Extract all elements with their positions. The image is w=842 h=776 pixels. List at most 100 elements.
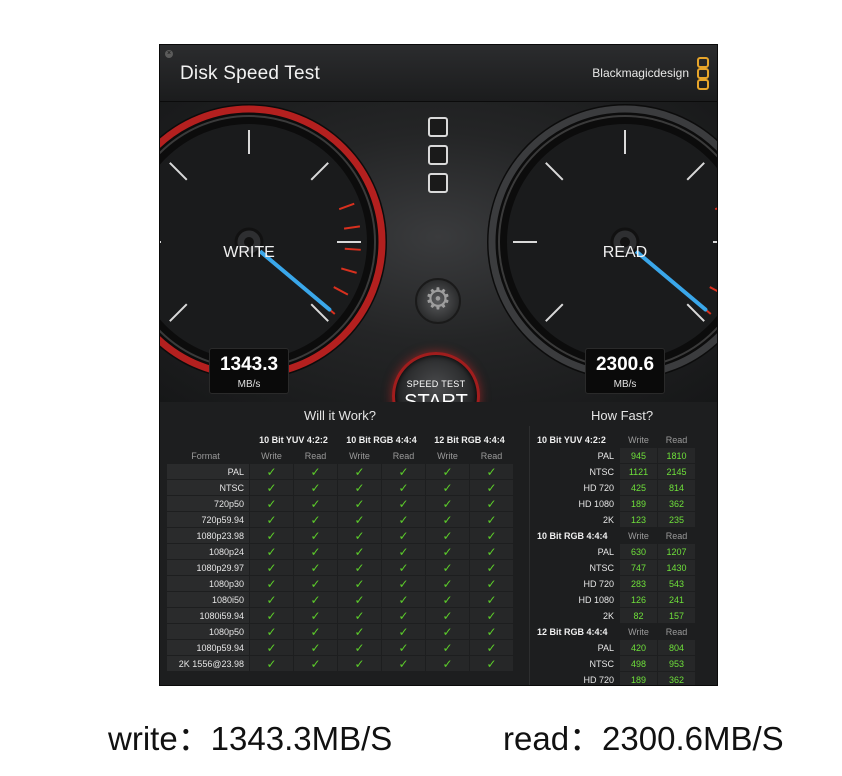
check-icon: ✓	[250, 592, 293, 607]
check-icon: ✓	[426, 544, 469, 559]
fps-write-value: 420	[620, 640, 657, 655]
read-speed-unit: MB/s	[613, 379, 637, 390]
speed-row: HD 720 425 814	[537, 480, 695, 495]
check-icon: ✓	[382, 560, 425, 575]
check-icon: ✓	[426, 576, 469, 591]
check-icon: ✓	[382, 528, 425, 543]
disk-speed-test-window: × Disk Speed Test Blackmagicdesign ⚙ SPE…	[160, 45, 717, 685]
check-icon: ✓	[250, 528, 293, 543]
format-row: 1080p50 ✓ ✓ ✓ ✓ ✓ ✓	[167, 624, 513, 639]
check-icon: ✓	[470, 640, 513, 655]
resolution-label: HD 720	[583, 578, 614, 589]
check-icon: ✓	[294, 512, 337, 527]
check-icon: ✓	[426, 656, 469, 671]
fps-write-value: 945	[620, 448, 657, 463]
title-bar: × Disk Speed Test Blackmagicdesign	[160, 45, 717, 102]
write-gauge-label: WRITE	[223, 244, 275, 261]
close-icon[interactable]: ×	[165, 50, 173, 58]
fps-read-value: 235	[658, 512, 695, 527]
fps-write-value: 630	[620, 544, 657, 559]
brand-name: Blackmagicdesign	[592, 66, 689, 80]
settings-gear-icon[interactable]: ⚙	[415, 278, 461, 324]
read-col-header: Read	[392, 450, 415, 461]
check-icon: ✓	[382, 576, 425, 591]
check-icon: ✓	[470, 544, 513, 559]
panel-divider	[529, 426, 530, 685]
resolution-label: HD 720	[583, 674, 614, 685]
resolution-label: NTSC	[589, 658, 615, 669]
check-icon: ✓	[470, 512, 513, 527]
check-icon: ✓	[426, 480, 469, 495]
resolution-label: 2K	[602, 610, 614, 621]
check-icon: ✓	[470, 624, 513, 639]
check-icon: ✓	[470, 528, 513, 543]
format-header: Format	[191, 450, 220, 461]
format-label: 1080i59.94	[167, 608, 249, 623]
resolution-label: PAL	[597, 450, 614, 461]
write-col-header: Write	[628, 626, 649, 637]
check-icon: ✓	[250, 576, 293, 591]
check-icon: ✓	[250, 608, 293, 623]
check-icon: ✓	[294, 560, 337, 575]
check-icon: ✓	[338, 512, 381, 527]
check-icon: ✓	[250, 624, 293, 639]
check-icon: ✓	[294, 608, 337, 623]
resolution-label: PAL	[597, 642, 614, 653]
format-row: PAL ✓ ✓ ✓ ✓ ✓ ✓	[167, 464, 513, 479]
check-icon: ✓	[338, 608, 381, 623]
check-icon: ✓	[294, 624, 337, 639]
blackmagic-logo-icon	[697, 57, 709, 90]
format-row: NTSC ✓ ✓ ✓ ✓ ✓ ✓	[167, 480, 513, 495]
format-label: 1080p24	[167, 544, 249, 559]
start-button-subtitle: SPEED TEST	[406, 379, 466, 389]
check-icon: ✓	[294, 480, 337, 495]
write-col-header: Write	[437, 450, 458, 461]
fps-read-value: 804	[658, 640, 695, 655]
format-row: 1080p29.97 ✓ ✓ ✓ ✓ ✓ ✓	[167, 560, 513, 575]
read-speed-value: 2300.6	[595, 354, 655, 375]
how-fast-group-header: 10 Bit YUV 4:2:2	[537, 434, 606, 445]
group-header: 10 Bit YUV 4:2:2	[259, 434, 328, 445]
fps-read-value: 241	[658, 592, 695, 607]
format-row: 720p50 ✓ ✓ ✓ ✓ ✓ ✓	[167, 496, 513, 511]
read-value-box: 2300.6 MB/s	[585, 348, 665, 394]
check-icon: ✓	[338, 592, 381, 607]
check-icon: ✓	[338, 544, 381, 559]
read-gauge-label: READ	[602, 244, 648, 261]
check-icon: ✓	[426, 640, 469, 655]
format-row: 2K 1556@23.98 ✓ ✓ ✓ ✓ ✓ ✓	[167, 656, 513, 671]
layout-toggle-icon[interactable]	[428, 173, 448, 193]
resolution-label: HD 1080	[578, 594, 614, 605]
speed-row: PAL 420 804	[537, 640, 695, 655]
check-icon: ✓	[426, 464, 469, 479]
speed-row: HD 1080 126 241	[537, 592, 695, 607]
speed-row: NTSC 498 953	[537, 656, 695, 671]
check-icon: ✓	[382, 464, 425, 479]
speed-row: NTSC 1121 2145	[537, 464, 695, 479]
results-panel: Will it Work? How Fast? 10 Bit YUV 4:2:2…	[160, 402, 717, 685]
check-icon: ✓	[470, 560, 513, 575]
layout-toggle-icon[interactable]	[428, 117, 448, 137]
write-col-header: Write	[349, 450, 370, 461]
will-it-work-title: Will it Work?	[304, 408, 376, 423]
check-icon: ✓	[338, 496, 381, 511]
write-col-header: Write	[261, 450, 282, 461]
write-speed-unit: MB/s	[237, 379, 261, 390]
fps-write-value: 283	[620, 576, 657, 591]
check-icon: ✓	[426, 496, 469, 511]
check-icon: ✓	[382, 512, 425, 527]
check-icon: ✓	[426, 624, 469, 639]
read-col-header: Read	[665, 434, 688, 445]
check-icon: ✓	[426, 560, 469, 575]
check-icon: ✓	[294, 544, 337, 559]
layout-toggle-icon[interactable]	[428, 145, 448, 165]
check-icon: ✓	[338, 480, 381, 495]
fps-write-value: 189	[620, 672, 657, 685]
check-icon: ✓	[382, 544, 425, 559]
check-icon: ✓	[338, 560, 381, 575]
fps-read-value: 1207	[658, 544, 695, 559]
format-label: PAL	[167, 464, 249, 479]
format-row: 1080p24 ✓ ✓ ✓ ✓ ✓ ✓	[167, 544, 513, 559]
write-col-header: Write	[628, 434, 649, 445]
resolution-label: NTSC	[589, 466, 615, 477]
